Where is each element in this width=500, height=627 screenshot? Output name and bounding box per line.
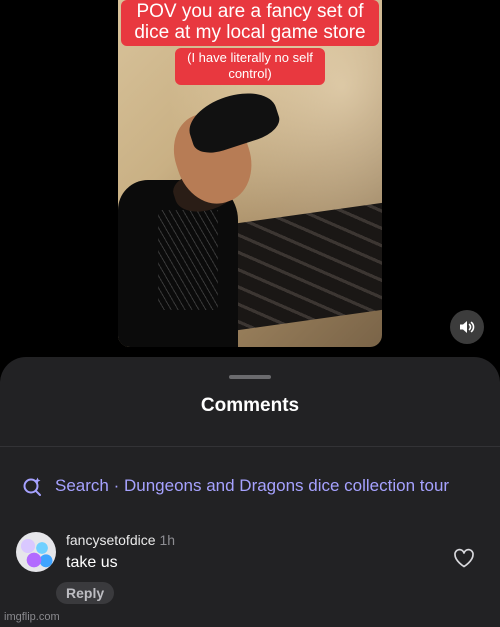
sound-toggle-button[interactable] xyxy=(450,310,484,344)
heart-icon xyxy=(454,548,474,568)
video-player[interactable]: POV you are a fancy set of dice at my lo… xyxy=(118,0,382,347)
sheet-drag-handle[interactable] xyxy=(229,375,271,379)
comments-title: Comments xyxy=(200,395,300,416)
shirt-graphic xyxy=(158,210,218,310)
reply-button[interactable]: Reply xyxy=(56,582,115,604)
comment-time: 1h xyxy=(159,532,176,548)
comment-text: take us xyxy=(66,554,118,571)
video-caption: POV you are a fancy set of dice at my lo… xyxy=(118,0,382,85)
sparkle-search-icon xyxy=(23,477,41,496)
imgflip-watermark: imgflip.com xyxy=(4,611,60,623)
avatar[interactable] xyxy=(16,532,56,572)
comment-username[interactable]: fancysetofdice xyxy=(66,532,156,548)
search-label: Search · Dungeons and Dragons dice colle… xyxy=(55,476,450,495)
caption-sub: (I have literally no self control) xyxy=(175,48,325,85)
caption-main: POV you are a fancy set of dice at my lo… xyxy=(121,0,379,46)
divider xyxy=(0,446,500,447)
comments-sheet: Comments Search · Dungeons and Dragons d… xyxy=(0,357,500,627)
related-search-link[interactable]: Search · Dungeons and Dragons dice colle… xyxy=(22,475,449,497)
like-button[interactable] xyxy=(453,548,475,573)
comment-header: fancysetofdice 1h xyxy=(66,532,175,548)
speaker-icon xyxy=(460,321,475,333)
